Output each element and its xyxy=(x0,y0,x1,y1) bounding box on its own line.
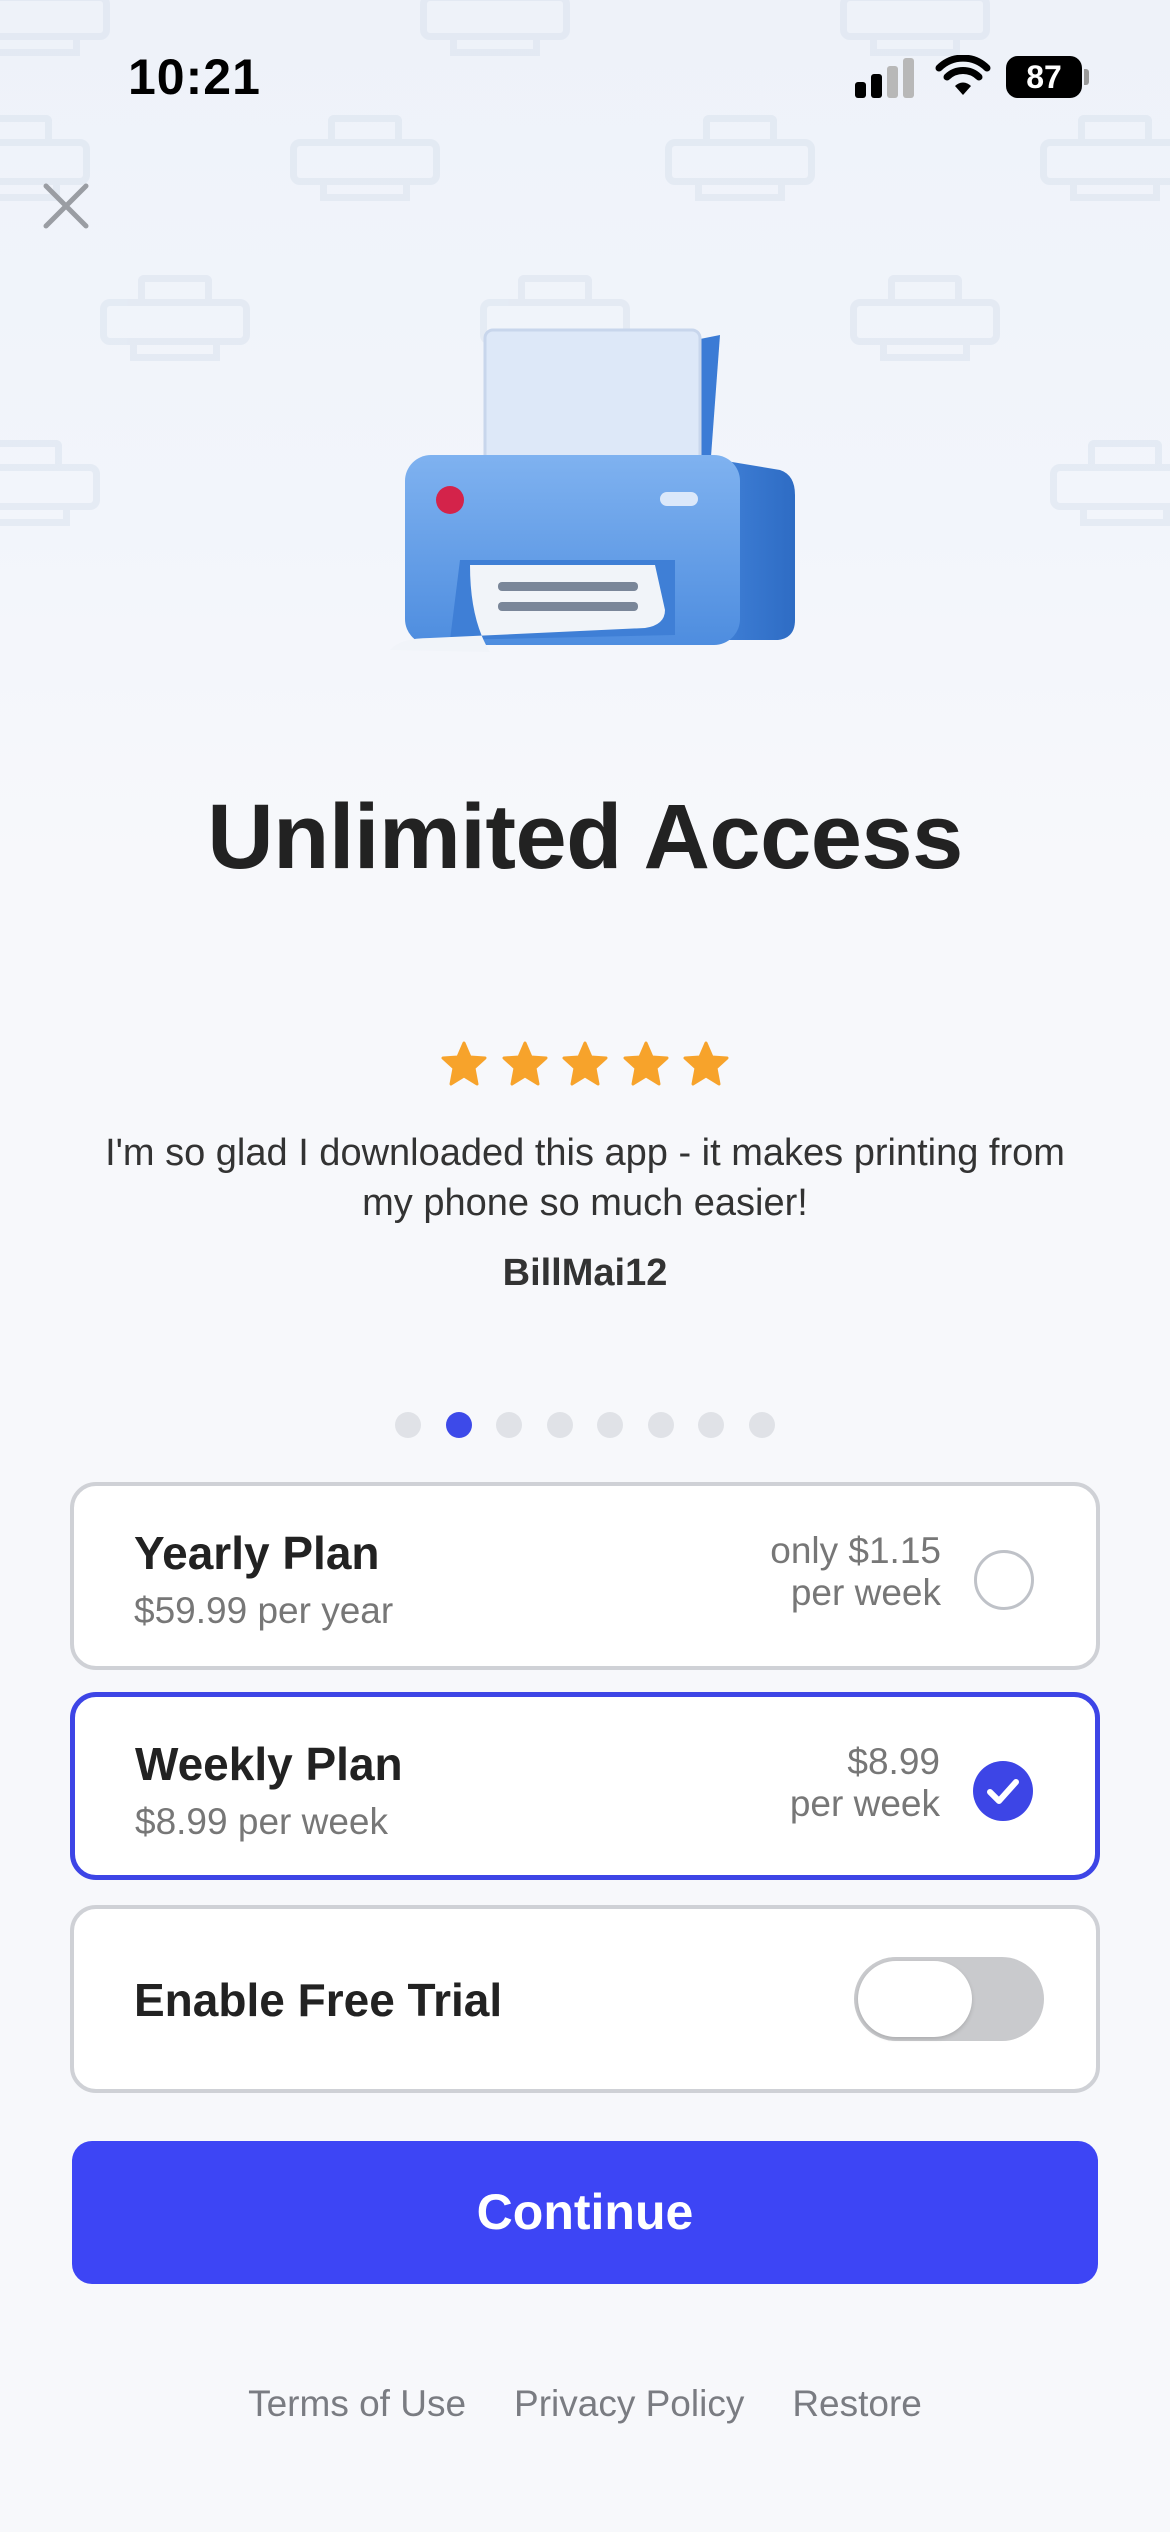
status-bar: 10:21 87 xyxy=(0,0,1170,150)
footer-links: Terms of Use Privacy Policy Restore xyxy=(0,2383,1170,2425)
page-dot[interactable] xyxy=(496,1412,523,1438)
printer-pattern-icon xyxy=(100,275,250,365)
privacy-policy-link[interactable]: Privacy Policy xyxy=(514,2383,744,2425)
page-dot[interactable] xyxy=(698,1412,725,1438)
printer-illustration xyxy=(390,328,795,652)
status-time: 10:21 xyxy=(128,49,261,105)
page-dot[interactable] xyxy=(395,1412,421,1438)
star-icon xyxy=(623,1041,668,1086)
page-dot[interactable] xyxy=(546,1412,573,1438)
toggle-knob xyxy=(858,1961,972,2037)
plan-price: $8.99 per week xyxy=(135,1801,389,1842)
weekly-plan-option[interactable]: Weekly Plan $8.99 per week $8.99 per wee… xyxy=(70,1692,1100,1880)
free-trial-row[interactable]: Enable Free Trial xyxy=(70,1905,1100,2093)
page-dot[interactable] xyxy=(748,1412,775,1438)
battery-level: 87 xyxy=(1006,56,1082,98)
wifi-icon xyxy=(935,55,991,95)
plan-right-line2: per week xyxy=(790,1572,941,1613)
plan-weekly-price: only $1.15 per week xyxy=(770,1530,941,1614)
plan-name: Weekly Plan xyxy=(135,1738,403,1790)
page-dot[interactable] xyxy=(647,1412,674,1438)
rating-stars xyxy=(440,1040,730,1090)
plan-weekly-price: $8.99 per week xyxy=(790,1741,940,1825)
printer-pattern-icon xyxy=(850,275,1000,365)
free-trial-label: Enable Free Trial xyxy=(134,1974,503,2026)
star-icon xyxy=(562,1041,608,1086)
plan-name: Yearly Plan xyxy=(134,1527,380,1579)
plan-right-line1: $8.99 xyxy=(847,1741,940,1782)
restore-link[interactable]: Restore xyxy=(792,2383,922,2425)
star-icon xyxy=(441,1041,487,1086)
plan-radio-unchecked[interactable] xyxy=(974,1550,1034,1610)
battery-icon: 87 xyxy=(1006,56,1089,98)
printer-pattern-icon xyxy=(0,440,100,530)
printer-pattern-icon xyxy=(1050,440,1170,530)
carousel-page-indicator[interactable] xyxy=(395,1412,775,1442)
cellular-signal-icon xyxy=(855,58,917,98)
page-dot[interactable] xyxy=(597,1412,624,1438)
page-dot-active[interactable] xyxy=(445,1412,472,1438)
paywall-screen: 10:21 87 Unlimited Access I'm so glad I … xyxy=(0,0,1170,2532)
close-icon[interactable] xyxy=(40,180,92,232)
continue-button[interactable]: Continue xyxy=(72,2141,1098,2284)
review-text: I'm so glad I downloaded this app - it m… xyxy=(105,1132,1065,1224)
star-icon xyxy=(502,1041,547,1086)
free-trial-toggle[interactable] xyxy=(854,1957,1044,2041)
review-author: BillMai12 xyxy=(502,1252,668,1294)
terms-of-use-link[interactable]: Terms of Use xyxy=(248,2383,466,2425)
star-icon xyxy=(683,1041,729,1086)
plan-right-line1: only $1.15 xyxy=(770,1530,941,1571)
plan-right-line2: per week xyxy=(789,1783,940,1824)
checkmark-icon[interactable] xyxy=(973,1761,1033,1821)
yearly-plan-option[interactable]: Yearly Plan $59.99 per year only $1.15 p… xyxy=(70,1482,1100,1670)
page-title: Unlimited Access xyxy=(207,786,963,888)
plan-price: $59.99 per year xyxy=(134,1590,394,1631)
